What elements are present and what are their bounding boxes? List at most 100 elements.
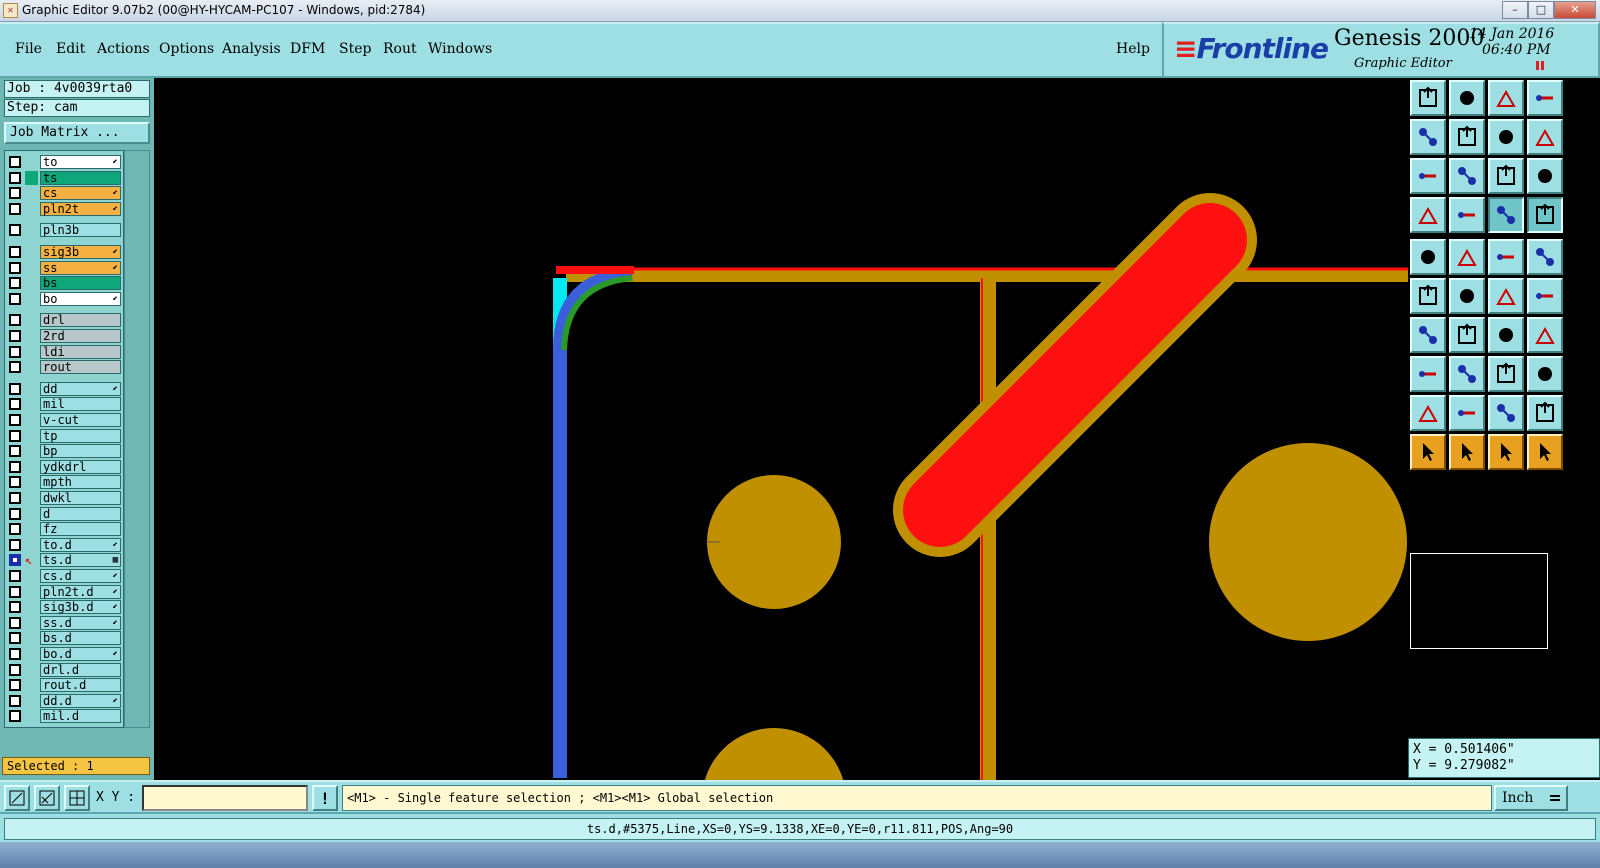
mirror-text-button[interactable] <box>1527 317 1563 353</box>
layer-checkbox[interactable] <box>9 246 21 258</box>
layer-row[interactable]: tp <box>7 428 123 443</box>
layer-checkbox[interactable] <box>9 345 21 358</box>
dash-line-button[interactable] <box>1449 356 1485 392</box>
menu-file[interactable]: File <box>15 41 42 57</box>
layer-name[interactable]: fz <box>40 522 121 537</box>
pad-button[interactable] <box>1410 239 1446 275</box>
layer-checkbox[interactable] <box>9 171 21 184</box>
select-touch-button[interactable] <box>1488 434 1524 470</box>
layer-checkbox[interactable] <box>9 224 21 237</box>
layer-name[interactable]: rout.d <box>40 678 121 693</box>
layer-row[interactable]: cs.d ⬋ <box>7 569 123 583</box>
layer-name[interactable]: dd ⬋ <box>40 381 121 396</box>
layer-toggle-button[interactable] <box>1527 197 1563 233</box>
job-matrix-button[interactable]: Job Matrix ... <box>4 122 150 144</box>
layer-row[interactable]: dd ⬋ <box>7 381 123 396</box>
layer-name[interactable]: d <box>40 506 121 521</box>
layer-checkbox[interactable] <box>9 476 21 489</box>
layer-name[interactable]: to.d ⬋ <box>40 537 121 552</box>
layer-row[interactable]: ts <box>7 170 123 185</box>
layer-name[interactable]: dd.d ⬋ <box>40 693 121 708</box>
layer-name[interactable]: ldi <box>40 344 121 359</box>
layer-row[interactable]: bp <box>7 444 123 459</box>
layer-checkbox[interactable] <box>9 292 21 305</box>
layer-name[interactable]: sig3b ⬋ <box>40 245 121 259</box>
layer-row[interactable]: bo ⬋ <box>7 291 123 306</box>
layer-name[interactable]: cs ⬋ <box>40 186 121 201</box>
ruler-button[interactable] <box>1488 239 1524 275</box>
layer-row[interactable]: mil.d <box>7 709 123 724</box>
polygon-c-button[interactable] <box>1527 395 1563 431</box>
layer-row[interactable]: pln2t ⬋ <box>7 201 123 216</box>
layer-checkbox[interactable] <box>9 156 21 168</box>
menu-rout[interactable]: Rout <box>383 41 417 57</box>
layer-checkbox[interactable] <box>9 554 21 567</box>
layer-name[interactable]: bo.d ⬋ <box>40 647 121 661</box>
line-node-button[interactable] <box>1488 278 1524 314</box>
layer-checkbox[interactable] <box>9 330 21 342</box>
layer-name[interactable]: tp <box>40 428 121 443</box>
measure-pin-button[interactable] <box>1449 197 1485 233</box>
layer-row[interactable]: pln2t.d ⬋ <box>7 584 123 599</box>
layer-checkbox[interactable] <box>9 492 21 504</box>
layer-name[interactable]: bo ⬋ <box>40 291 121 306</box>
layer-name[interactable]: ts <box>40 170 121 185</box>
dimension-button[interactable] <box>1488 356 1524 392</box>
layer-name[interactable]: ydkdrl <box>40 459 121 474</box>
layer-checkbox[interactable] <box>9 694 21 707</box>
selected-line-feature[interactable] <box>553 267 633 778</box>
layer-name[interactable]: ss.d ⬋ <box>40 615 121 630</box>
layer-checkbox[interactable] <box>9 570 21 582</box>
menu-actions[interactable]: Actions <box>97 41 150 57</box>
zoom-down-button[interactable] <box>1449 80 1485 116</box>
layer-row[interactable]: 2rd <box>7 329 123 343</box>
layer-row[interactable]: rout.d <box>7 678 123 693</box>
add-line-button[interactable] <box>1410 317 1446 353</box>
polygon-a-button[interactable] <box>1449 395 1485 431</box>
layer-checkbox[interactable] <box>9 648 21 660</box>
layer-name[interactable]: dwkl <box>40 491 121 505</box>
layer-row[interactable]: rout <box>7 360 123 375</box>
layer-name[interactable]: bs <box>40 276 121 291</box>
layer-checkbox[interactable] <box>9 382 21 395</box>
layer-row[interactable]: sig3b ⬋ <box>7 245 123 259</box>
layer-checkbox[interactable] <box>9 632 21 645</box>
layer-checkbox[interactable] <box>9 538 21 551</box>
layer-checkbox[interactable] <box>9 460 21 473</box>
xy-input[interactable] <box>142 785 308 811</box>
pan-left-button[interactable] <box>1410 119 1446 155</box>
grid-mode-button[interactable] <box>64 785 90 811</box>
layer-name[interactable]: sig3b.d ⬋ <box>40 600 121 615</box>
polygon-up-button[interactable] <box>1410 395 1446 431</box>
layer-row[interactable]: dwkl <box>7 491 123 505</box>
home-button[interactable] <box>1488 80 1524 116</box>
warning-button[interactable]: ! <box>312 785 338 811</box>
move-pad-button[interactable] <box>1410 356 1446 392</box>
layer-name[interactable]: rout <box>40 360 121 375</box>
select-net-button[interactable] <box>1527 434 1563 470</box>
menu-options[interactable]: Options <box>159 41 214 57</box>
layer-name[interactable]: pln2t ⬋ <box>40 201 121 216</box>
menu-dfm[interactable]: DFM <box>290 41 325 57</box>
menu-analysis[interactable]: Analysis <box>222 41 281 57</box>
intersect-mode-button[interactable] <box>34 785 60 811</box>
layer-row[interactable]: drl <box>7 313 123 328</box>
layer-checkbox[interactable] <box>9 679 21 692</box>
layer-checkbox[interactable] <box>9 663 21 676</box>
layer-checkbox[interactable] <box>9 314 21 327</box>
board-drawing[interactable] <box>154 78 1408 780</box>
layer-row[interactable]: fz <box>7 522 123 537</box>
split-view-button[interactable] <box>1527 80 1563 116</box>
select-arrow-button[interactable] <box>1410 434 1446 470</box>
layer-checkbox[interactable] <box>9 202 21 215</box>
layer-checkbox[interactable] <box>9 187 21 200</box>
zoom-center-button[interactable] <box>1449 158 1485 194</box>
maximize-button[interactable]: □ <box>1528 1 1554 19</box>
layer-row[interactable]: bs <box>7 276 123 291</box>
menu-windows[interactable]: Windows <box>428 41 492 57</box>
menu-edit[interactable]: Edit <box>56 41 85 57</box>
select-box-button[interactable] <box>1449 434 1485 470</box>
copy-pad-button[interactable] <box>1527 356 1563 392</box>
layer-name[interactable]: to ⬋ <box>40 155 121 169</box>
layer-name[interactable]: ts.d ▦ <box>40 553 121 568</box>
